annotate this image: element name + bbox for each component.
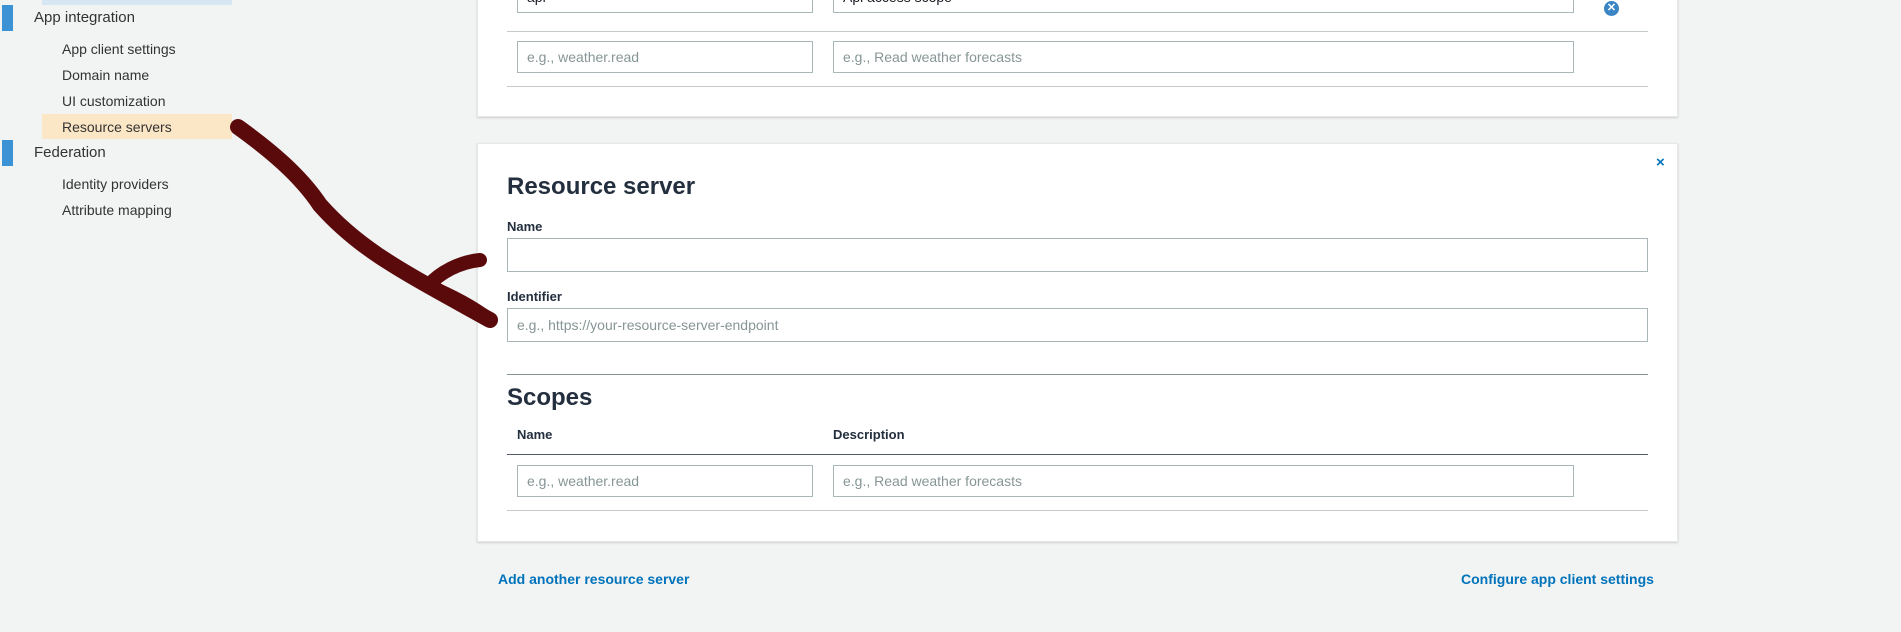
- sidebar-item-label: Domain name: [62, 67, 150, 83]
- section-divider: [507, 374, 1648, 375]
- resource-server-panel: × Resource server Name Identifier Scopes…: [477, 143, 1678, 542]
- sidebar-item-ui-customization[interactable]: UI customization: [42, 88, 232, 113]
- row-divider: [507, 86, 1648, 87]
- scope-name-input[interactable]: [517, 465, 813, 497]
- resource-server-title: Resource server: [507, 173, 696, 200]
- scopes-title: Scopes: [507, 384, 593, 411]
- row-divider: [507, 510, 1648, 511]
- sidebar-group-label: App integration: [34, 9, 135, 26]
- close-icon[interactable]: ×: [1656, 154, 1665, 171]
- circle-x-icon[interactable]: ✕: [1604, 1, 1619, 16]
- scope-description-input[interactable]: [833, 465, 1574, 497]
- scope-description-input[interactable]: [833, 0, 1574, 13]
- sidebar-item-attribute-mapping[interactable]: Attribute mapping: [42, 197, 232, 222]
- header-divider: [507, 454, 1648, 455]
- sidebar-item-label: Attribute mapping: [62, 202, 172, 218]
- scope-description-column-header: Description: [833, 427, 905, 442]
- resource-server-panel-previous: ✕: [477, 0, 1678, 117]
- configure-app-client-settings-link[interactable]: Configure app client settings: [1461, 571, 1654, 587]
- sidebar-item-label: UI customization: [62, 93, 166, 109]
- sidebar-item-label: Resource servers: [62, 119, 172, 135]
- group-indicator: [2, 5, 13, 31]
- sidebar-item-identity-providers[interactable]: Identity providers: [42, 171, 232, 196]
- group-indicator: [2, 140, 13, 166]
- sidebar-item-label: App client settings: [62, 41, 176, 57]
- sidebar-item-resource-servers[interactable]: Resource servers: [42, 114, 232, 139]
- scope-name-column-header: Name: [517, 427, 553, 442]
- sidebar-item-domain-name[interactable]: Domain name: [42, 62, 232, 87]
- name-label: Name: [507, 219, 543, 234]
- sidebar-item-label: Identity providers: [62, 176, 169, 192]
- selected-item-remnant: [42, 0, 232, 5]
- scope-name-input[interactable]: [517, 0, 813, 13]
- identifier-label: Identifier: [507, 289, 562, 304]
- scope-name-input[interactable]: [517, 41, 813, 73]
- row-divider: [507, 31, 1648, 32]
- resource-server-name-input[interactable]: [507, 238, 1648, 272]
- sidebar-group-label: Federation: [34, 144, 106, 161]
- sidebar-item-app-client-settings[interactable]: App client settings: [42, 36, 232, 61]
- scope-description-input[interactable]: [833, 41, 1574, 73]
- resource-server-identifier-input[interactable]: [507, 308, 1648, 342]
- add-another-resource-server-link[interactable]: Add another resource server: [498, 571, 689, 587]
